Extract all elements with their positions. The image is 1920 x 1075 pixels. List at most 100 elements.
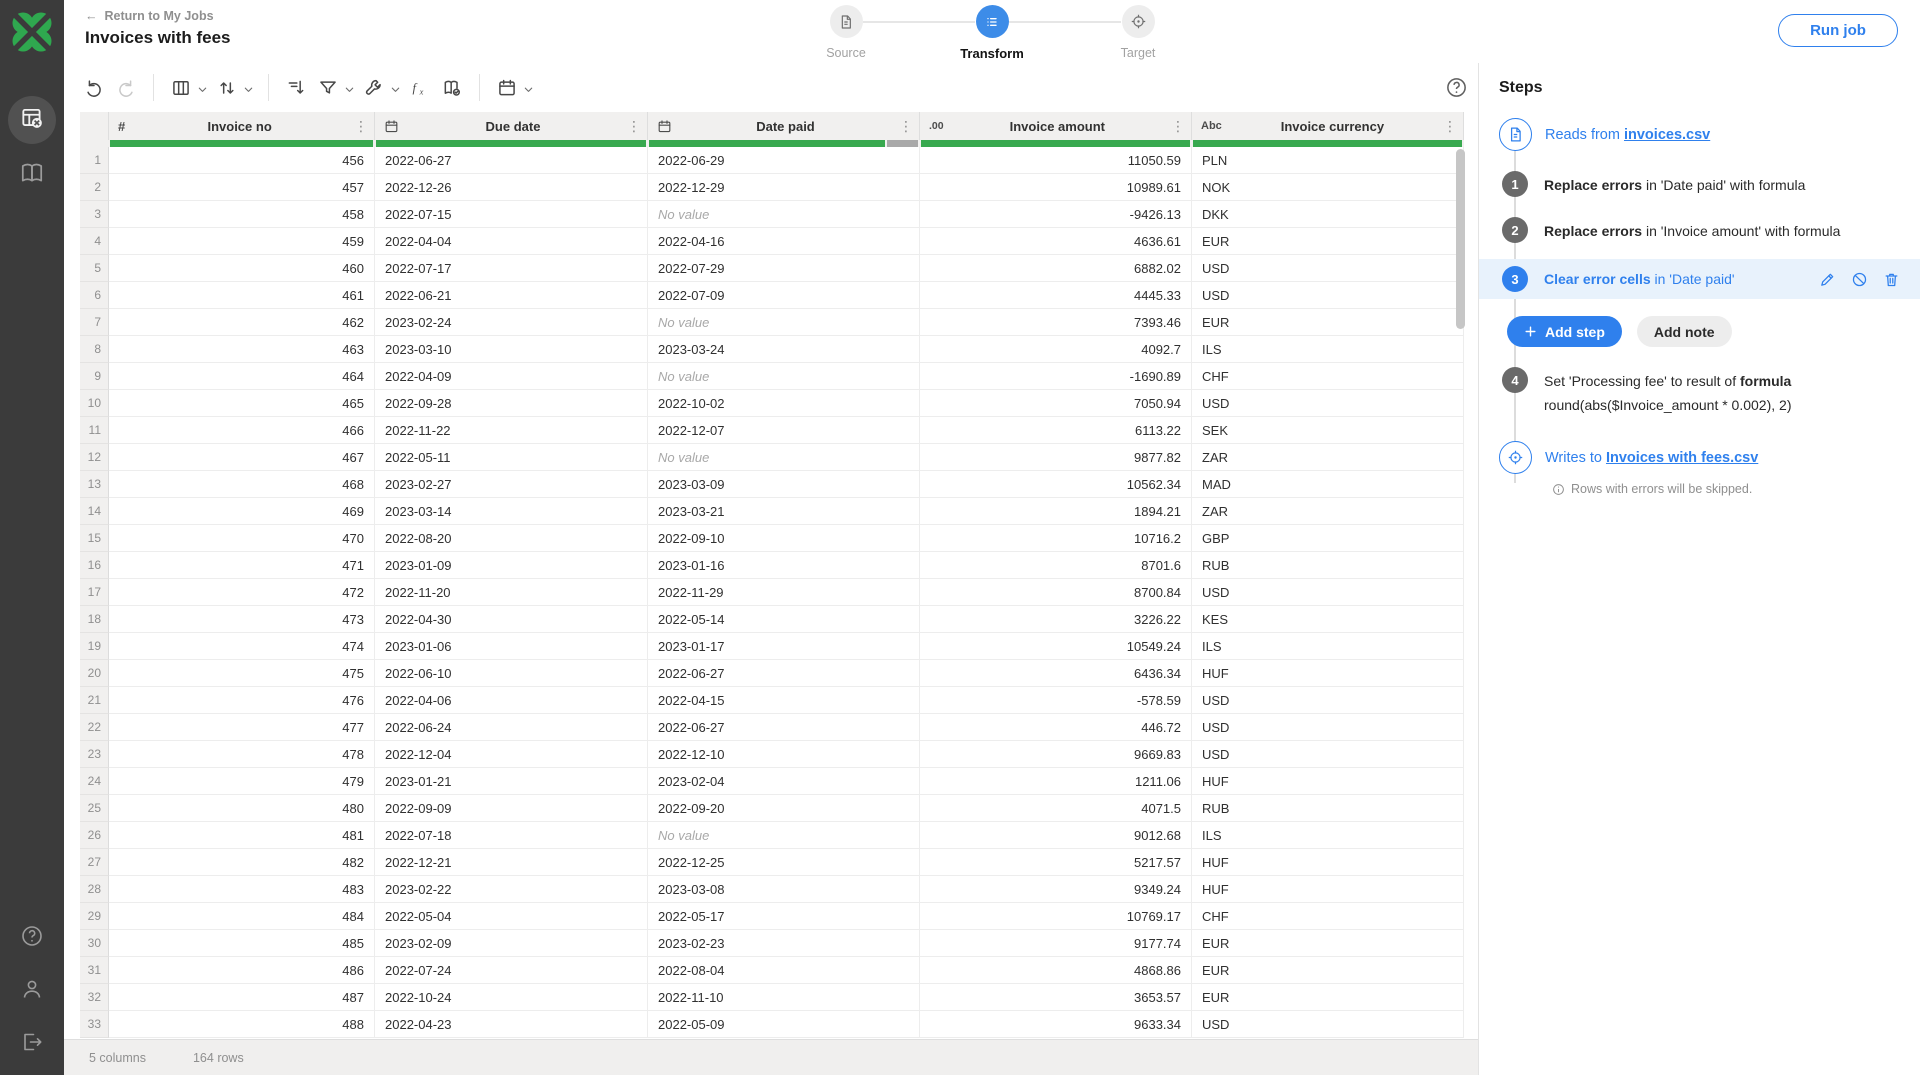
cell-invoice_currency[interactable]: ZAR — [1192, 498, 1464, 525]
column-menu-kebab-icon[interactable]: ⋮ — [1443, 119, 1457, 133]
delete-trash-icon[interactable] — [1883, 271, 1900, 288]
cell-date_paid[interactable]: 2022-09-10 — [648, 525, 920, 552]
help-circle-icon[interactable] — [20, 924, 44, 948]
row-number[interactable]: 10 — [80, 390, 109, 417]
cell-date_paid[interactable]: 2022-12-07 — [648, 417, 920, 444]
cell-invoice_no[interactable]: 476 — [109, 687, 375, 714]
cell-due_date[interactable]: 2022-07-15 — [375, 201, 648, 228]
cell-invoice_amount[interactable]: 8700.84 — [920, 579, 1192, 606]
cell-invoice_amount[interactable]: 8701.6 — [920, 552, 1192, 579]
row-number[interactable]: 16 — [80, 552, 109, 579]
cell-due_date[interactable]: 2022-07-17 — [375, 255, 648, 282]
cell-invoice_amount[interactable]: 1894.21 — [920, 498, 1192, 525]
cell-date_paid[interactable]: 2023-03-21 — [648, 498, 920, 525]
toolbar-fx-button[interactable]: fx — [407, 75, 433, 101]
cell-invoice_no[interactable]: 475 — [109, 660, 375, 687]
row-number[interactable]: 8 — [80, 336, 109, 363]
cell-invoice_amount[interactable]: 3653.57 — [920, 984, 1192, 1011]
step-3[interactable]: 3Clear error cells in 'Date paid' — [1479, 259, 1920, 299]
row-number[interactable]: 25 — [80, 795, 109, 822]
cell-date_paid[interactable]: No value — [648, 201, 920, 228]
cell-invoice_currency[interactable]: SEK — [1192, 417, 1464, 444]
cell-invoice_no[interactable]: 474 — [109, 633, 375, 660]
column-header-invoice_no[interactable]: #Invoice no⋮ — [109, 112, 375, 140]
cell-due_date[interactable]: 2022-09-09 — [375, 795, 648, 822]
column-menu-kebab-icon[interactable]: ⋮ — [627, 119, 641, 133]
cell-date_paid[interactable]: 2022-05-14 — [648, 606, 920, 633]
cell-date_paid[interactable]: No value — [648, 363, 920, 390]
cell-invoice_amount[interactable]: 4445.33 — [920, 282, 1192, 309]
cell-due_date[interactable]: 2022-06-21 — [375, 282, 648, 309]
cell-invoice_no[interactable]: 480 — [109, 795, 375, 822]
cell-due_date[interactable]: 2022-08-20 — [375, 525, 648, 552]
cell-date_paid[interactable]: 2022-11-29 — [648, 579, 920, 606]
cell-invoice_currency[interactable]: HUF — [1192, 768, 1464, 795]
row-number[interactable]: 15 — [80, 525, 109, 552]
cell-date_paid[interactable]: 2022-06-29 — [648, 147, 920, 174]
cell-invoice_amount[interactable]: 4636.61 — [920, 228, 1192, 255]
toolbar-sort-button[interactable] — [214, 75, 254, 101]
row-number[interactable]: 19 — [80, 633, 109, 660]
row-number[interactable]: 5 — [80, 255, 109, 282]
column-menu-kebab-icon[interactable]: ⋮ — [899, 119, 913, 133]
cell-invoice_no[interactable]: 486 — [109, 957, 375, 984]
cell-invoice_amount[interactable]: 10562.34 — [920, 471, 1192, 498]
row-number[interactable]: 9 — [80, 363, 109, 390]
cell-invoice_amount[interactable]: 9349.24 — [920, 876, 1192, 903]
cell-date_paid[interactable]: 2023-03-08 — [648, 876, 920, 903]
column-header-due_date[interactable]: Due date⋮ — [375, 112, 648, 140]
cell-invoice_amount[interactable]: 9877.82 — [920, 444, 1192, 471]
cell-invoice_currency[interactable]: USD — [1192, 579, 1464, 606]
cell-invoice_no[interactable]: 477 — [109, 714, 375, 741]
column-header-date_paid[interactable]: Date paid⋮ — [648, 112, 920, 140]
cell-invoice_currency[interactable]: KES — [1192, 606, 1464, 633]
cell-invoice_amount[interactable]: 3226.22 — [920, 606, 1192, 633]
cell-invoice_amount[interactable]: 10716.2 — [920, 525, 1192, 552]
row-number[interactable]: 14 — [80, 498, 109, 525]
row-number[interactable]: 31 — [80, 957, 109, 984]
cell-invoice_no[interactable]: 484 — [109, 903, 375, 930]
cell-invoice_amount[interactable]: 9177.74 — [920, 930, 1192, 957]
row-number[interactable]: 24 — [80, 768, 109, 795]
sign-out-icon[interactable] — [20, 1030, 44, 1054]
cell-invoice_no[interactable]: 457 — [109, 174, 375, 201]
write-step-file-link[interactable]: Invoices with fees.csv — [1606, 450, 1758, 466]
toolbar-wrench-button[interactable] — [361, 75, 401, 101]
stepper-transform[interactable]: Transform — [947, 5, 1037, 61]
cell-invoice_currency[interactable]: NOK — [1192, 174, 1464, 201]
cell-invoice_currency[interactable]: USD — [1192, 741, 1464, 768]
row-number[interactable]: 3 — [80, 201, 109, 228]
cell-due_date[interactable]: 2022-04-04 — [375, 228, 648, 255]
cell-invoice_currency[interactable]: ZAR — [1192, 444, 1464, 471]
cell-due_date[interactable]: 2022-12-04 — [375, 741, 648, 768]
toolbar-book-check-button[interactable] — [439, 75, 465, 101]
disable-icon[interactable] — [1851, 271, 1868, 288]
cell-invoice_currency[interactable]: ILS — [1192, 336, 1464, 363]
row-number[interactable]: 33 — [80, 1011, 109, 1038]
step-4[interactable]: 4Set 'Processing fee' to result of formu… — [1479, 367, 1920, 417]
cell-date_paid[interactable]: 2022-04-15 — [648, 687, 920, 714]
clover-logo-icon[interactable] — [10, 10, 54, 54]
cell-due_date[interactable]: 2022-07-24 — [375, 957, 648, 984]
toolbar-filter-button[interactable] — [315, 75, 355, 101]
add-step-button[interactable]: Add step — [1507, 316, 1622, 347]
cell-invoice_amount[interactable]: 10549.24 — [920, 633, 1192, 660]
cell-date_paid[interactable]: 2022-05-17 — [648, 903, 920, 930]
cell-invoice_amount[interactable]: 9669.83 — [920, 741, 1192, 768]
vertical-scrollbar[interactable] — [1456, 149, 1465, 329]
cell-date_paid[interactable]: 2022-09-20 — [648, 795, 920, 822]
cell-invoice_no[interactable]: 468 — [109, 471, 375, 498]
row-number[interactable]: 4 — [80, 228, 109, 255]
toolbar-sort-lines-button[interactable] — [283, 75, 309, 101]
cell-due_date[interactable]: 2022-07-18 — [375, 822, 648, 849]
cell-invoice_amount[interactable]: -9426.13 — [920, 201, 1192, 228]
cell-date_paid[interactable]: 2022-12-29 — [648, 174, 920, 201]
cell-date_paid[interactable]: No value — [648, 444, 920, 471]
cell-invoice_currency[interactable]: RUB — [1192, 552, 1464, 579]
cell-invoice_no[interactable]: 460 — [109, 255, 375, 282]
help-circle-icon[interactable] — [1445, 76, 1468, 99]
row-number[interactable]: 20 — [80, 660, 109, 687]
cell-date_paid[interactable]: 2023-02-04 — [648, 768, 920, 795]
row-number[interactable]: 30 — [80, 930, 109, 957]
stepper-target[interactable]: Target — [1093, 5, 1183, 60]
